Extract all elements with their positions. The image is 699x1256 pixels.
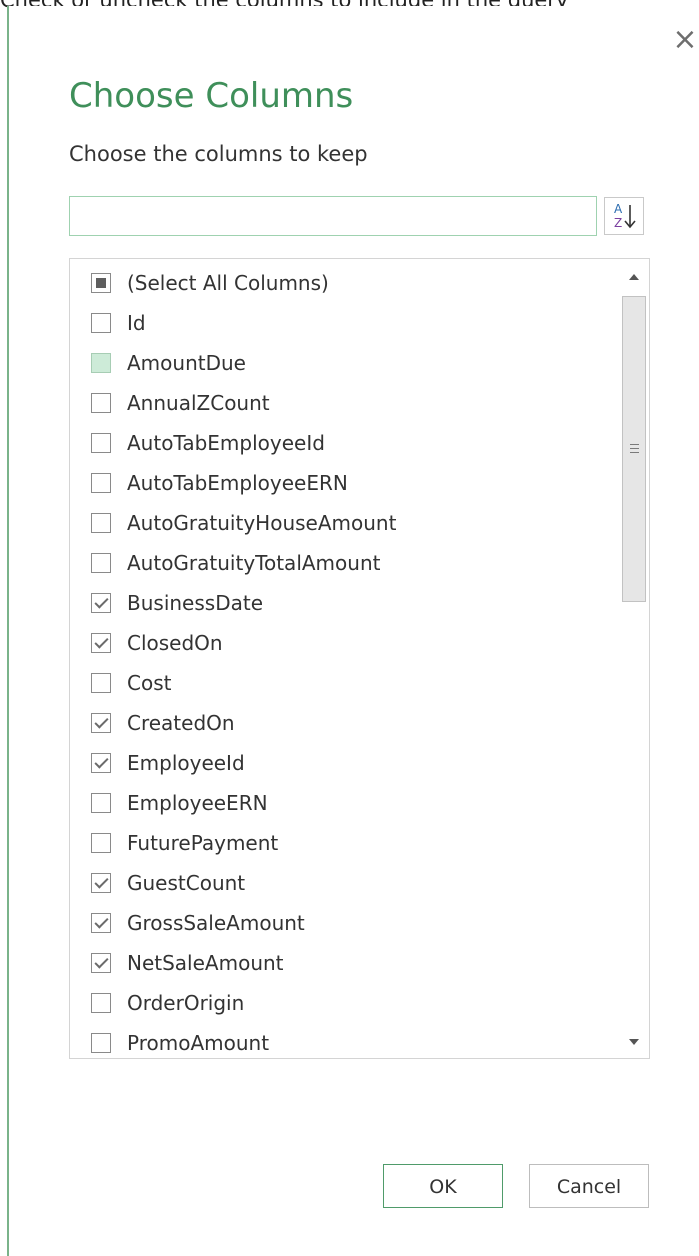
column-label: EmployeeERN <box>127 791 268 815</box>
column-label: AutoTabEmployeeERN <box>127 471 348 495</box>
grip-line <box>630 444 639 445</box>
column-checkbox[interactable] <box>91 993 111 1013</box>
column-row[interactable]: FuturePayment <box>70 823 613 863</box>
column-row[interactable]: AutoGratuityHouseAmount <box>70 503 613 543</box>
column-row[interactable]: AutoTabEmployeeERN <box>70 463 613 503</box>
column-checkbox[interactable] <box>91 313 111 333</box>
column-label: BusinessDate <box>127 591 263 615</box>
column-row[interactable]: Id <box>70 303 613 343</box>
sort-az-icon: A Z <box>614 202 636 230</box>
column-checkbox[interactable] <box>91 593 111 613</box>
column-row[interactable]: EmployeeERN <box>70 783 613 823</box>
grip-line <box>630 452 639 453</box>
select-all-row[interactable]: (Select All Columns) <box>70 263 613 303</box>
choose-columns-dialog: × Choose Columns Choose the columns to k… <box>7 6 699 1256</box>
column-row[interactable]: EmployeeId <box>70 743 613 783</box>
close-icon[interactable]: × <box>671 25 699 55</box>
column-checkbox[interactable] <box>91 1033 111 1053</box>
column-row[interactable]: AmountDue <box>70 343 613 383</box>
column-checkbox[interactable] <box>91 633 111 653</box>
column-label: OrderOrigin <box>127 991 245 1015</box>
svg-text:A: A <box>614 202 623 216</box>
grip-line <box>630 448 639 449</box>
column-row[interactable]: NetSaleAmount <box>70 943 613 983</box>
column-label: EmployeeId <box>127 751 245 775</box>
column-checkbox[interactable] <box>91 793 111 813</box>
column-row[interactable]: BusinessDate <box>70 583 613 623</box>
column-list-box: (Select All Columns) Id AmountDue AnnualZCo… <box>69 258 650 1059</box>
svg-text:Z: Z <box>614 216 622 230</box>
sort-button[interactable]: A Z <box>604 197 644 235</box>
dialog-subtitle: Choose the columns to keep <box>69 142 368 166</box>
column-checkbox[interactable] <box>91 833 111 853</box>
column-label: AnnualZCount <box>127 391 270 415</box>
column-checkbox[interactable] <box>91 713 111 733</box>
column-label: FuturePayment <box>127 831 279 855</box>
column-list: (Select All Columns) Id AmountDue AnnualZCo… <box>70 263 613 1058</box>
vertical-scrollbar[interactable] <box>619 259 649 1058</box>
column-checkbox[interactable] <box>91 673 111 693</box>
column-checkbox[interactable] <box>91 873 111 893</box>
column-checkbox[interactable] <box>91 753 111 773</box>
column-label: ClosedOn <box>127 631 223 655</box>
ok-button[interactable]: OK <box>383 1164 503 1208</box>
column-label: CreatedOn <box>127 711 235 735</box>
column-checkbox[interactable] <box>91 393 111 413</box>
column-label: GrossSaleAmount <box>127 911 305 935</box>
column-label: AutoGratuityHouseAmount <box>127 511 397 535</box>
column-label: PromoAmount <box>127 1031 270 1055</box>
column-checkbox[interactable] <box>91 433 111 453</box>
column-row[interactable]: AutoGratuityTotalAmount <box>70 543 613 583</box>
cancel-button[interactable]: Cancel <box>529 1164 649 1208</box>
column-checkbox[interactable] <box>91 553 111 573</box>
column-label: Id <box>127 311 146 335</box>
column-label: AutoGratuityTotalAmount <box>127 551 381 575</box>
column-checkbox[interactable] <box>91 353 111 373</box>
column-row[interactable]: PromoAmount <box>70 1023 613 1058</box>
scroll-up-arrow-icon[interactable] <box>619 263 649 293</box>
column-row[interactable]: ClosedOn <box>70 623 613 663</box>
column-label: AutoTabEmployeeId <box>127 431 325 455</box>
scroll-down-arrow-icon[interactable] <box>619 1027 649 1057</box>
column-label: AmountDue <box>127 351 246 375</box>
column-row[interactable]: GuestCount <box>70 863 613 903</box>
dialog-title: Choose Columns <box>69 76 354 116</box>
column-row[interactable]: GrossSaleAmount <box>70 903 613 943</box>
column-checkbox[interactable] <box>91 913 111 933</box>
scrollbar-thumb[interactable] <box>622 296 646 602</box>
column-checkbox[interactable] <box>91 473 111 493</box>
column-label: Cost <box>127 671 172 695</box>
column-row[interactable]: AnnualZCount <box>70 383 613 423</box>
column-label: NetSaleAmount <box>127 951 284 975</box>
column-row[interactable]: CreatedOn <box>70 703 613 743</box>
column-checkbox[interactable] <box>91 953 111 973</box>
column-search-input[interactable] <box>69 196 597 236</box>
select-all-checkbox[interactable] <box>91 273 111 293</box>
column-row[interactable]: Cost <box>70 663 613 703</box>
column-checkbox[interactable] <box>91 513 111 533</box>
column-row[interactable]: AutoTabEmployeeId <box>70 423 613 463</box>
column-row[interactable]: OrderOrigin <box>70 983 613 1023</box>
column-label: (Select All Columns) <box>127 271 329 295</box>
column-label: GuestCount <box>127 871 246 895</box>
